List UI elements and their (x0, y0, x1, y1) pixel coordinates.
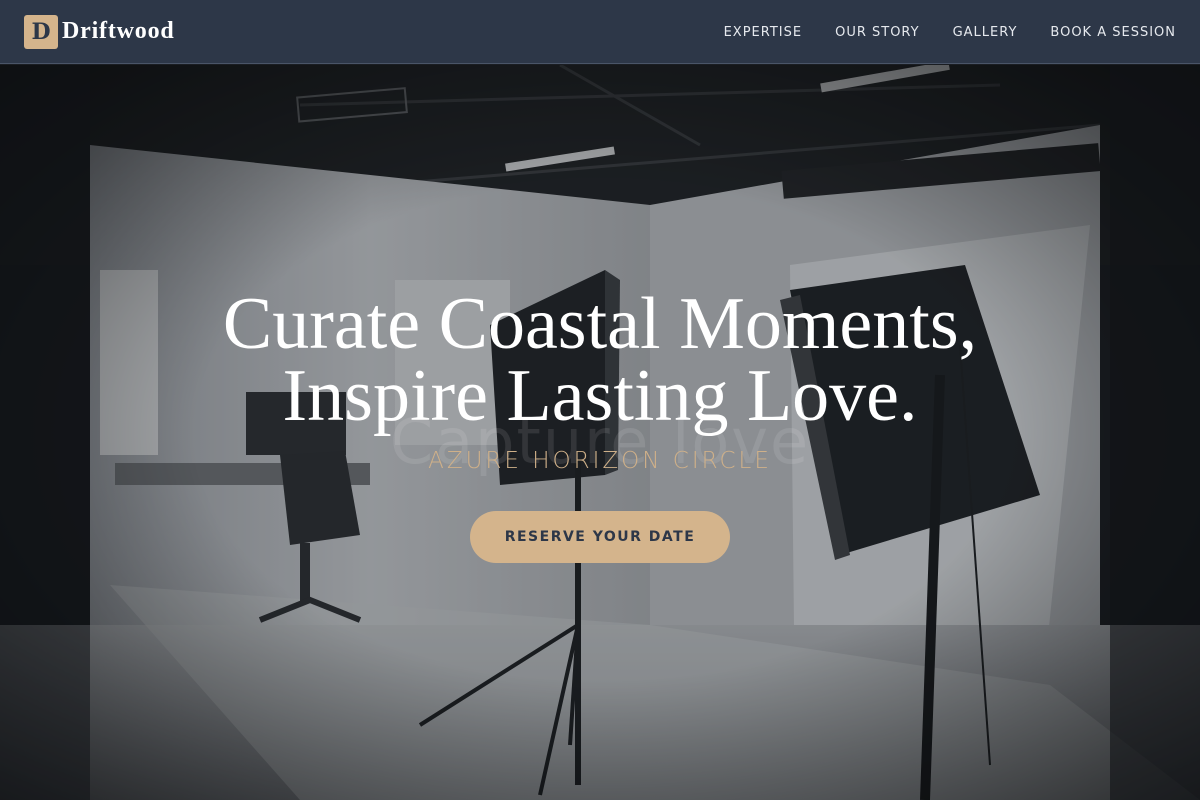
reserve-date-button[interactable]: RESERVE YOUR DATE (470, 511, 730, 563)
nav-link-gallery[interactable]: GALLERY (953, 25, 1018, 40)
brand-name: Driftwood (62, 18, 175, 44)
hero-section: Capture love Curate Coastal Moments, Ins… (0, 65, 1200, 800)
nav-menu: EXPERTISE OUR STORY GALLERY BOOK A SESSI… (724, 0, 1176, 64)
hero-subtitle: AZURE HORIZON CIRCLE (428, 448, 772, 474)
top-navbar: D Driftwood EXPERTISE OUR STORY GALLERY … (0, 0, 1200, 64)
nav-link-our-story[interactable]: OUR STORY (835, 25, 919, 40)
nav-link-expertise[interactable]: EXPERTISE (724, 25, 803, 40)
brand-mark: D (24, 14, 58, 49)
hero-headline-line-2: Inspire Lasting Love. (282, 355, 918, 437)
brand-logo[interactable]: D Driftwood (24, 14, 175, 49)
nav-link-book-session[interactable]: BOOK A SESSION (1050, 25, 1176, 40)
hero-headline-line-1: Curate Coastal Moments, (222, 283, 978, 365)
